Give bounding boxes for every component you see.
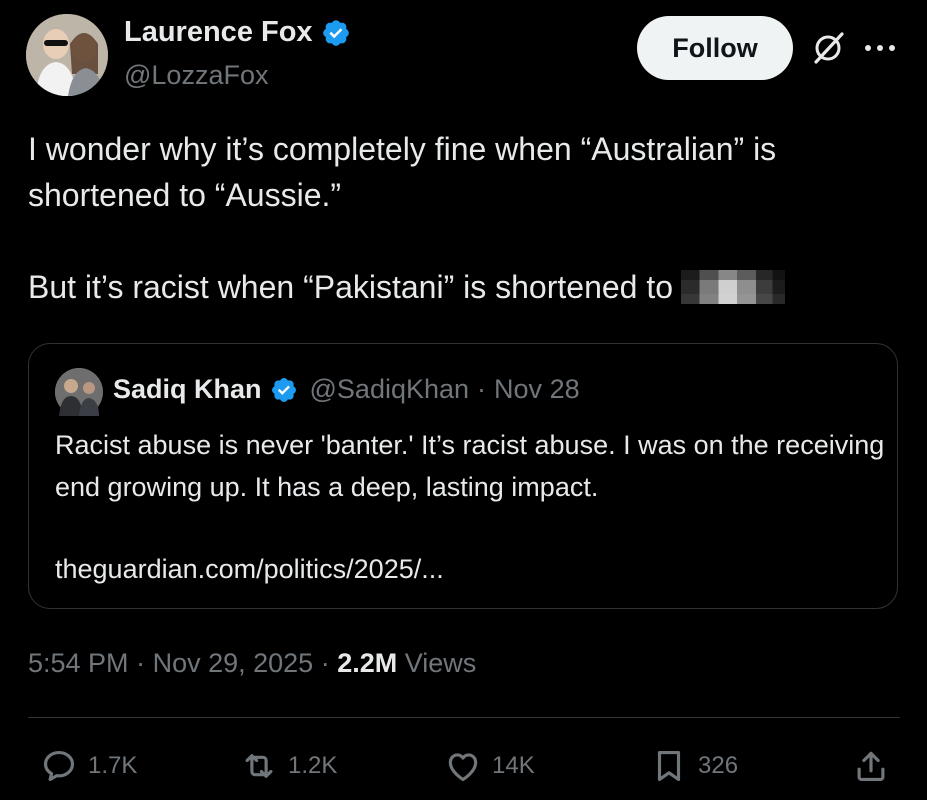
- like-icon: [448, 753, 478, 782]
- tweet-time[interactable]: 5:54 PM: [28, 648, 129, 678]
- tweet-line-2: But it’s racist when “Pakistani” is shor…: [28, 269, 674, 305]
- verified-badge-icon: [322, 19, 349, 46]
- author-name-row: Laurence Fox: [124, 16, 351, 49]
- follow-button[interactable]: Follow: [637, 16, 793, 80]
- meta-separator-2: ·: [320, 648, 338, 678]
- author-handle[interactable]: @LozzaFox: [124, 60, 268, 91]
- tweet-meta: 5:54 PM · Nov 29, 2025 · 2.2M Views: [28, 648, 476, 679]
- more-icon[interactable]: [860, 34, 900, 62]
- meta-separator-1: ·: [136, 648, 153, 678]
- quote-avatar-photo: [55, 368, 103, 416]
- avatar-photo: [26, 14, 108, 96]
- quote-handle[interactable]: @SadiqKhan: [310, 374, 470, 405]
- grok-icon[interactable]: [810, 30, 846, 66]
- tweet-date[interactable]: Nov 29, 2025: [153, 648, 314, 678]
- quote-header: Sadiq Khan @SadiqKhan · Nov 28: [113, 374, 580, 405]
- quote-avatar[interactable]: [55, 368, 103, 416]
- views-count: 2.2M: [337, 648, 398, 678]
- repost-count: 1.2K: [288, 752, 338, 779]
- quote-verified-badge-icon: [271, 377, 296, 402]
- tweet-text: I wonder why it’s completely fine when “…: [28, 126, 898, 310]
- reply-icon: [43, 750, 75, 782]
- quote-date[interactable]: Nov 28: [494, 374, 580, 405]
- divider: [28, 717, 900, 718]
- author-name[interactable]: Laurence Fox: [124, 16, 313, 49]
- views-label: Views: [404, 648, 477, 678]
- quoted-tweet[interactable]: Sadiq Khan @SadiqKhan · Nov 28 Racist ab…: [28, 343, 898, 609]
- tweet-line-1: I wonder why it’s completely fine when “…: [28, 131, 777, 213]
- tweet-line-2-wrap: But it’s racist when “Pakistani” is shor…: [28, 264, 898, 310]
- share-button[interactable]: [852, 747, 890, 785]
- like-button[interactable]: 14K: [444, 747, 535, 785]
- author-avatar[interactable]: [26, 14, 108, 96]
- quote-author-name[interactable]: Sadiq Khan: [113, 374, 262, 405]
- reply-count: 1.7K: [88, 752, 138, 779]
- repost-icon: [245, 754, 273, 778]
- like-count: 14K: [492, 752, 535, 779]
- bookmark-count: 326: [698, 752, 739, 779]
- quote-text: Racist abuse is never 'banter.' It’s rac…: [55, 424, 885, 590]
- quote-separator: ·: [477, 374, 487, 404]
- bookmark-icon: [657, 750, 681, 782]
- repost-button[interactable]: 1.2K: [240, 747, 337, 785]
- bookmark-button[interactable]: 326: [650, 747, 738, 785]
- share-icon: [857, 751, 885, 782]
- reply-button[interactable]: 1.7K: [40, 747, 137, 785]
- quote-link[interactable]: theguardian.com/politics/2025/...: [55, 548, 885, 590]
- censored-word-blur: [681, 270, 786, 304]
- quote-body: Racist abuse is never 'banter.' It’s rac…: [55, 430, 885, 502]
